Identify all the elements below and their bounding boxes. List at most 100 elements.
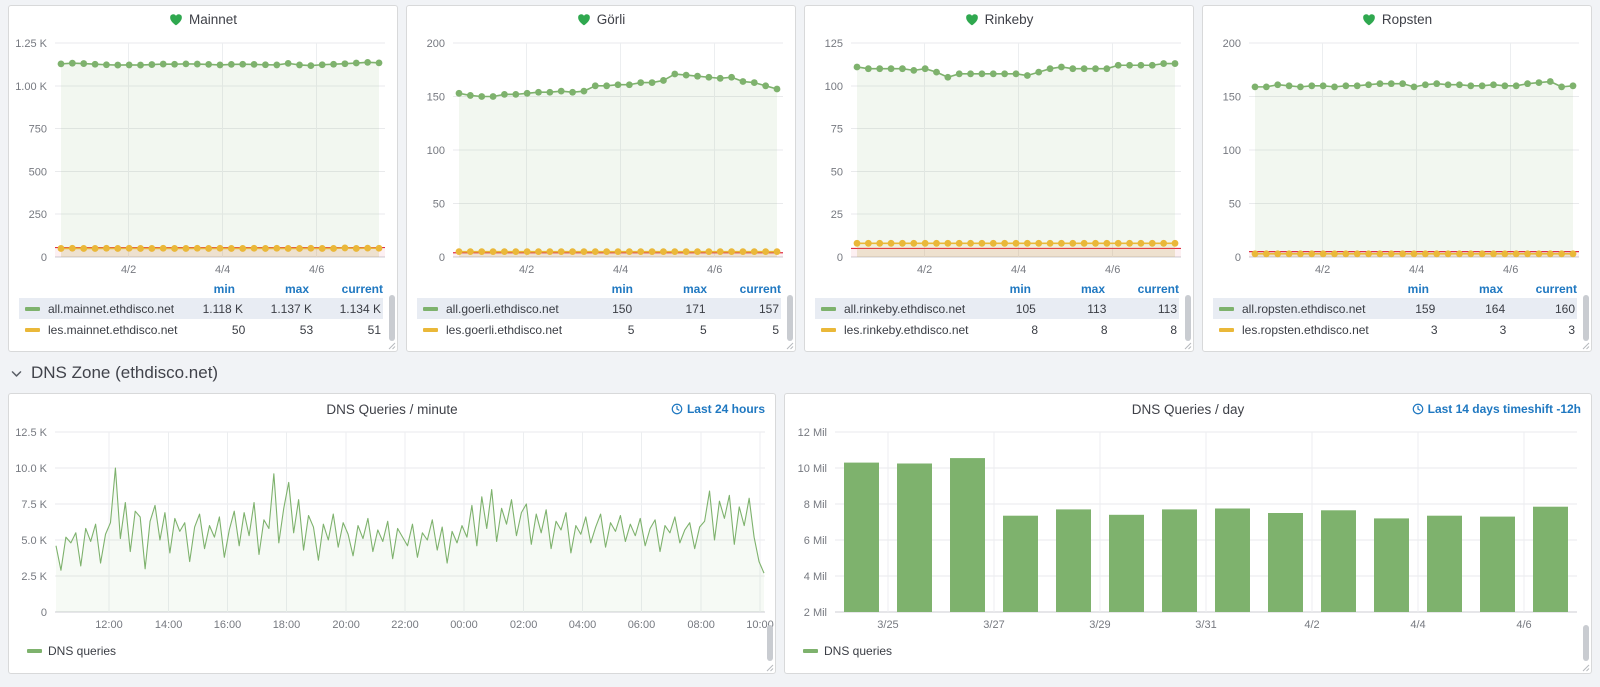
series-color-dash	[821, 328, 836, 332]
series-name[interactable]: les.mainnet.ethdisco.net	[21, 323, 177, 337]
svg-text:100: 100	[1223, 145, 1241, 157]
svg-text:04:00: 04:00	[569, 619, 597, 631]
legend-scrollbar[interactable]	[1583, 295, 1589, 341]
legend-row: all.mainnet.ethdisco.net 1.118 K 1.137 K…	[19, 298, 383, 319]
legend-scrollbar[interactable]	[787, 295, 793, 341]
legend-row: all.goerli.ethdisco.net 150 171 157	[417, 298, 781, 319]
series-name[interactable]: all.mainnet.ethdisco.net	[21, 302, 174, 316]
svg-text:250: 250	[29, 209, 47, 221]
goerli-legend: min max current all.goerli.ethdisco.net …	[417, 279, 781, 340]
legend-header: min max current	[1213, 279, 1577, 298]
rinkeby-chart[interactable]: 02550751001254/24/44/6	[805, 33, 1193, 279]
svg-text:4/6: 4/6	[1516, 619, 1531, 631]
time-range-link[interactable]: Last 14 days timeshift -12h	[1412, 402, 1581, 416]
svg-text:02:00: 02:00	[510, 619, 538, 631]
svg-text:4/2: 4/2	[1315, 264, 1330, 276]
legend-row: les.ropsten.ethdisco.net 3 3 3	[1213, 319, 1577, 340]
series-name[interactable]: all.rinkeby.ethdisco.net	[817, 302, 965, 316]
series-name[interactable]: all.ropsten.ethdisco.net	[1215, 302, 1365, 316]
legend-row: all.rinkeby.ethdisco.net 105 113 113	[815, 298, 1179, 319]
ropsten-legend: min max current all.ropsten.ethdisco.net…	[1213, 279, 1577, 340]
panel-resize-handle[interactable]	[1581, 341, 1590, 350]
legend-col-min[interactable]: min	[161, 282, 235, 296]
svg-text:8 Mil: 8 Mil	[804, 499, 827, 511]
legend-col-max[interactable]: max	[1031, 282, 1105, 296]
time-range-link[interactable]: Last 24 hours	[671, 402, 765, 416]
svg-text:750: 750	[29, 124, 47, 136]
svg-text:200: 200	[427, 38, 445, 50]
panel-resize-handle[interactable]	[1183, 341, 1192, 350]
svg-text:100: 100	[427, 145, 445, 157]
ropsten-chart[interactable]: 0501001502004/24/44/6	[1203, 33, 1591, 279]
rinkeby-legend: min max current all.rinkeby.ethdisco.net…	[815, 279, 1179, 340]
legend-scrollbar[interactable]	[1185, 295, 1191, 341]
legend-header: min max current	[815, 279, 1179, 298]
chevron-down-icon	[10, 367, 23, 380]
panel-resize-handle[interactable]	[785, 341, 794, 350]
legend-col-min[interactable]: min	[1355, 282, 1429, 296]
svg-text:4/4: 4/4	[613, 264, 628, 276]
heart-icon	[965, 13, 979, 26]
series-color-dash	[821, 307, 836, 311]
panel-scrollbar[interactable]	[767, 625, 773, 661]
svg-text:5.0 K: 5.0 K	[21, 535, 47, 547]
dns-queries-legend: DNS queries	[23, 644, 775, 658]
panel-dns-queries-minute: DNS Queries / minute Last 24 hours 02.5 …	[8, 393, 776, 674]
svg-text:14:00: 14:00	[155, 619, 183, 631]
panel-ropsten: Ropsten 0501001502004/24/44/6 min max cu…	[1202, 5, 1592, 352]
legend-row: les.goerli.ethdisco.net 5 5 5	[417, 319, 781, 340]
series-color-dash	[423, 328, 438, 332]
legend-col-current[interactable]: current	[707, 282, 781, 296]
series-color-dash	[27, 649, 42, 653]
svg-text:1.25 K: 1.25 K	[15, 38, 47, 50]
row-dns-zone[interactable]: DNS Zone (ethdisco.net)	[10, 360, 218, 386]
legend-col-max[interactable]: max	[235, 282, 309, 296]
page-title: Rinkeby	[985, 12, 1034, 27]
series-name[interactable]: all.goerli.ethdisco.net	[419, 302, 559, 316]
svg-text:3/27: 3/27	[983, 619, 1004, 631]
series-color-dash	[803, 649, 818, 653]
series-name[interactable]: les.rinkeby.ethdisco.net	[817, 323, 969, 337]
series-name[interactable]: les.ropsten.ethdisco.net	[1215, 323, 1369, 337]
panel-scrollbar[interactable]	[1583, 625, 1589, 661]
goerli-chart[interactable]: 0501001502004/24/44/6	[407, 33, 795, 279]
svg-text:12.5 K: 12.5 K	[15, 427, 47, 439]
dns-queries-minute-chart[interactable]: 02.5 K5.0 K7.5 K10.0 K12.5 K12:0014:0016…	[9, 424, 775, 638]
legend-col-min[interactable]: min	[559, 282, 633, 296]
panel-resize-handle[interactable]	[1581, 663, 1590, 672]
panel-title-ropsten[interactable]: Ropsten	[1203, 6, 1591, 33]
svg-text:0: 0	[1235, 252, 1241, 264]
legend-row: les.rinkeby.ethdisco.net 8 8 8	[815, 319, 1179, 340]
panel-title-mainnet[interactable]: Mainnet	[9, 6, 397, 33]
svg-text:50: 50	[831, 166, 843, 178]
svg-text:08:00: 08:00	[687, 619, 715, 631]
svg-text:50: 50	[1229, 199, 1241, 211]
panel-resize-handle[interactable]	[387, 341, 396, 350]
legend-col-min[interactable]: min	[957, 282, 1031, 296]
svg-text:4/4: 4/4	[1011, 264, 1026, 276]
series-name[interactable]: DNS queries	[48, 644, 116, 658]
series-name[interactable]: DNS queries	[824, 644, 892, 658]
panel-title-goerli[interactable]: Görli	[407, 6, 795, 33]
series-name[interactable]: les.goerli.ethdisco.net	[419, 323, 562, 337]
dns-queries-day-chart[interactable]: 2 Mil4 Mil6 Mil8 Mil10 Mil12 Mil3/253/27…	[785, 424, 1591, 638]
panel-resize-handle[interactable]	[765, 663, 774, 672]
legend-scrollbar[interactable]	[389, 295, 395, 341]
series-color-dash	[1219, 328, 1234, 332]
svg-text:12 Mil: 12 Mil	[798, 427, 827, 439]
svg-text:20:00: 20:00	[332, 619, 360, 631]
legend-col-current[interactable]: current	[1503, 282, 1577, 296]
panel-title-rinkeby[interactable]: Rinkeby	[805, 6, 1193, 33]
series-color-dash	[423, 307, 438, 311]
legend-col-max[interactable]: max	[1429, 282, 1503, 296]
panel-mainnet: Mainnet 02505007501.00 K1.25 K4/24/44/6 …	[8, 5, 398, 352]
legend-col-max[interactable]: max	[633, 282, 707, 296]
page-title: Ropsten	[1382, 12, 1432, 27]
svg-text:6 Mil: 6 Mil	[804, 535, 827, 547]
panel-title-dns-queries-minute[interactable]: DNS Queries / minute	[9, 402, 775, 417]
mainnet-chart[interactable]: 02505007501.00 K1.25 K4/24/44/6	[9, 33, 397, 279]
panel-rinkeby: Rinkeby 02550751001254/24/44/6 min max c…	[804, 5, 1194, 352]
legend-col-current[interactable]: current	[309, 282, 383, 296]
clock-icon	[671, 403, 683, 415]
legend-col-current[interactable]: current	[1105, 282, 1179, 296]
